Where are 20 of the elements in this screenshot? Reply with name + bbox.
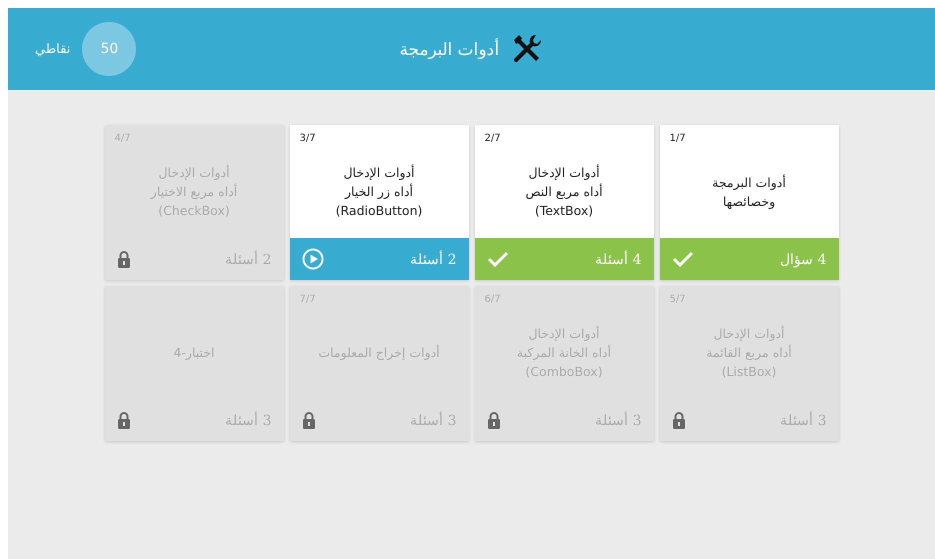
lock-icon bbox=[486, 411, 500, 429]
check-icon bbox=[486, 250, 508, 268]
lesson-number: 1/7 bbox=[670, 133, 686, 144]
lesson-title: أدوات الإدخال أداه مربع النص (TextBox) bbox=[525, 164, 603, 220]
lesson-number: 3/7 bbox=[300, 133, 316, 144]
lesson-number: 2/7 bbox=[484, 133, 501, 144]
header-title: أدوات البرمجة bbox=[399, 38, 500, 60]
play-icon[interactable] bbox=[302, 248, 324, 270]
lock-icon bbox=[116, 411, 130, 429]
question-count: 4 سؤال bbox=[780, 250, 826, 268]
lock-icon bbox=[672, 411, 686, 429]
lock-icon bbox=[302, 411, 316, 429]
lock-icon bbox=[116, 250, 130, 268]
points-badge: 50 bbox=[82, 22, 136, 76]
lesson-title: أدوات البرمجة وخصائصها bbox=[712, 174, 786, 211]
points-label: نقاطي bbox=[35, 42, 70, 56]
check-icon bbox=[672, 250, 694, 268]
lesson-title: أدوات الإدخال أداه زر الخيار (RadioButton) bbox=[336, 164, 422, 220]
question-count: 2 أسئلة bbox=[410, 250, 456, 268]
question-count: 4 أسئلة bbox=[595, 250, 642, 268]
